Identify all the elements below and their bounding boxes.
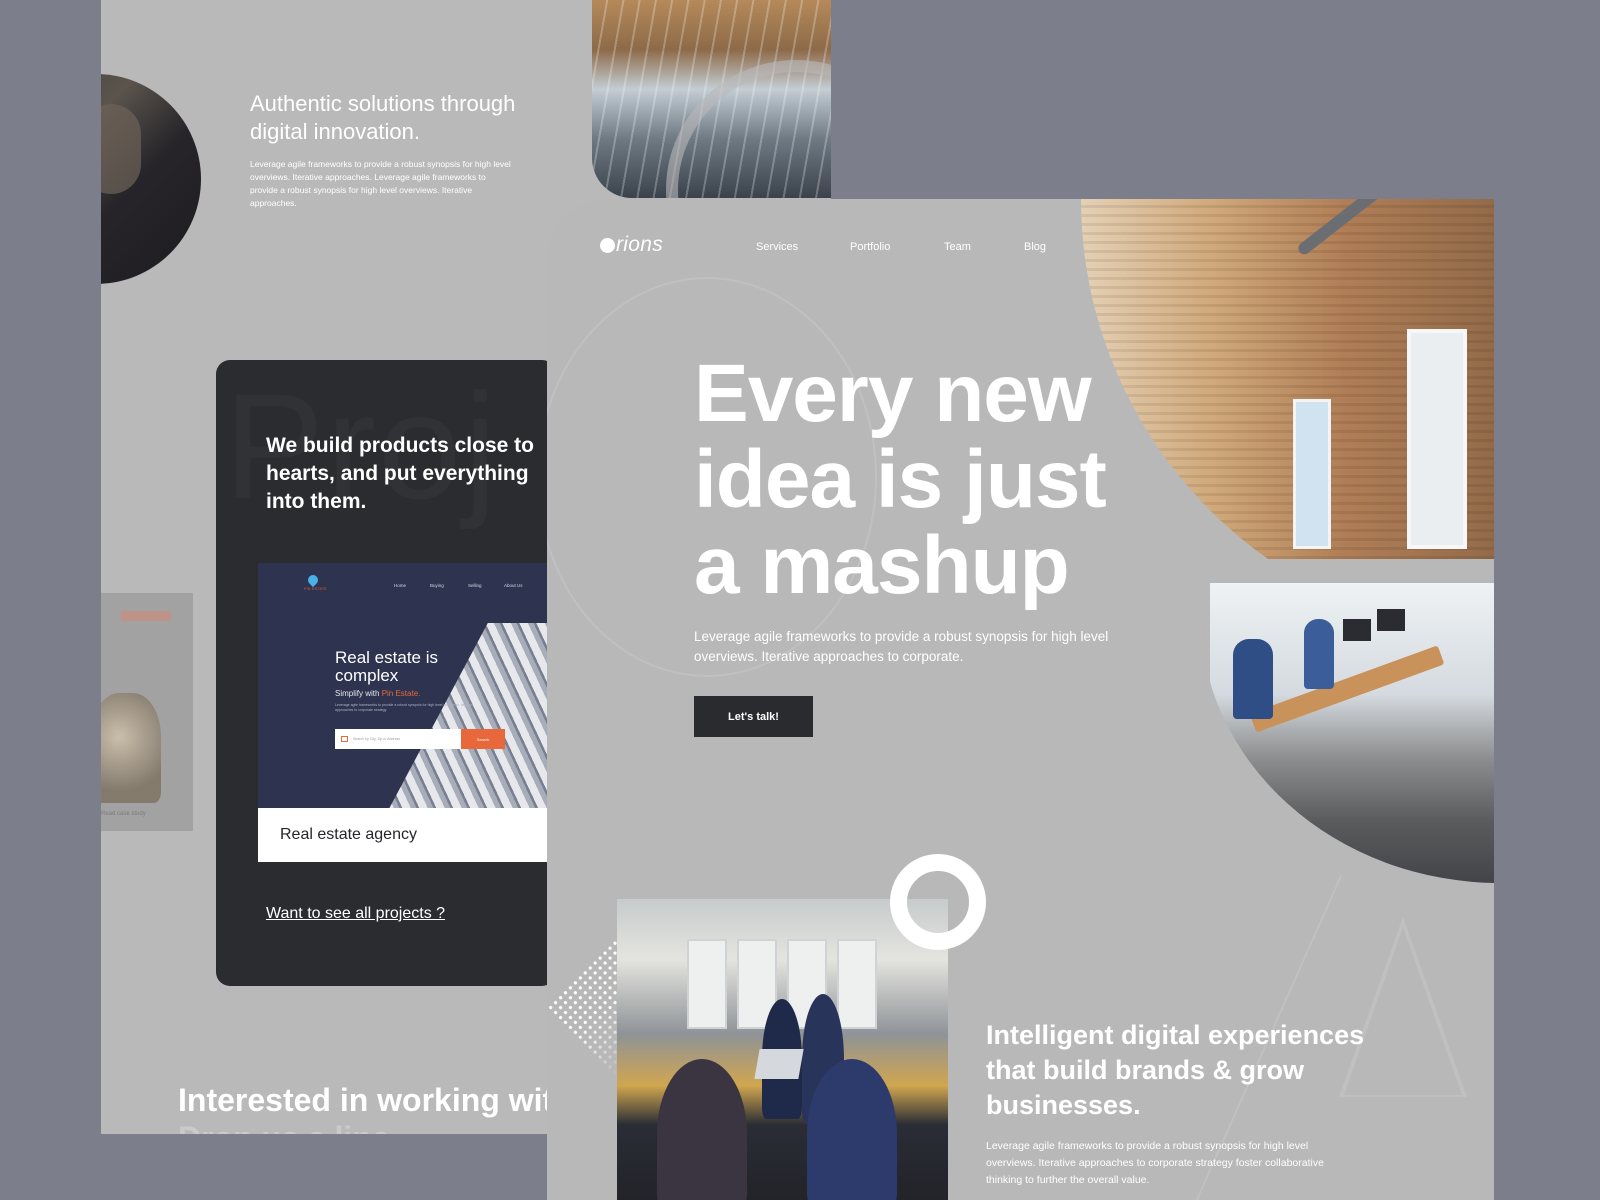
back-page-heading: Authentic solutions through digital inno… [250, 91, 516, 144]
orions-logo[interactable]: rions [600, 233, 663, 257]
decorative-circle [890, 854, 986, 950]
nav-portfolio[interactable]: Portfolio [850, 241, 890, 253]
projects-heading: We build products close to hearts, and p… [266, 434, 534, 513]
preview-subtitle: Simplify with Pin Estate. [335, 689, 420, 698]
preview-subtitle-accent: Pin Estate. [381, 689, 421, 698]
section-heading: Intelligent digital experiences that bui… [986, 1020, 1365, 1120]
front-mockup-page: rions Services Portfolio Team Blog Every… [547, 199, 1494, 1200]
person-figure [807, 1059, 897, 1200]
preview-nav-about: About Us [504, 583, 523, 588]
home-icon [341, 736, 348, 742]
preview-search-placeholder: Search by City, Zip or Address [353, 737, 401, 741]
hero-paragraph: Leverage agile frameworks to provide a r… [694, 629, 1109, 664]
office-window [1407, 329, 1467, 549]
preview-search-button: Search [461, 729, 505, 749]
logo-text: rions [616, 233, 664, 256]
section-paragraph: Leverage agile frameworks to provide a r… [986, 1140, 1324, 1186]
contact-subheading: Drop us a line [178, 1120, 390, 1134]
preview-search-input: Search by City, Zip or Address [335, 729, 461, 749]
person-figure [1304, 619, 1334, 689]
monitor-shape [1343, 619, 1371, 641]
projects-card: Proj We build products close to hearts, … [216, 360, 556, 986]
office-window [1293, 399, 1331, 549]
preview-nav-home: Home [394, 583, 407, 588]
back-page-paragraph: Leverage agile frameworks to provide a r… [250, 159, 511, 208]
preview-search-label: Search [476, 736, 490, 742]
nav-team[interactable]: Team [944, 241, 971, 253]
project-preview-screenshot[interactable]: PIN ESTATE Home Buying Selling About Us … [258, 563, 556, 808]
pin-logo-text: PIN ESTATE [304, 587, 327, 591]
preview-title: Real estate is complex [335, 648, 438, 685]
thumbnail-object-image [101, 693, 161, 803]
hero-heading: Every new idea is just a mashup [694, 348, 1107, 611]
case-study-thumbnail[interactable]: Read case study [101, 593, 193, 831]
logo-circle-icon [600, 237, 615, 253]
nav-blog[interactable]: Blog [1024, 241, 1046, 253]
nav-services[interactable]: Services [756, 241, 798, 253]
preview-subtitle-prefix: Simplify with [335, 689, 382, 698]
case-study-link[interactable]: Read case study [101, 811, 146, 817]
photo-window [687, 939, 727, 1029]
laptop-shape [754, 1049, 804, 1079]
person-figure [1233, 639, 1273, 719]
photo-window [837, 939, 877, 1029]
office-chair-photo [101, 74, 201, 284]
team-meeting-photo [617, 899, 948, 1200]
person-figure [657, 1059, 747, 1200]
thumbnail-badge [121, 611, 171, 621]
preview-description: Leverage agile frameworks to provide a r… [335, 703, 474, 712]
monitor-shape [1377, 609, 1405, 631]
all-projects-link[interactable]: Want to see all projects ? [266, 905, 445, 923]
lets-talk-button[interactable]: Let's talk! [694, 696, 813, 737]
project-caption[interactable]: Real estate agency [258, 808, 556, 862]
preview-nav-selling: Selling [468, 583, 482, 588]
preview-nav-buying: Buying [430, 583, 444, 588]
